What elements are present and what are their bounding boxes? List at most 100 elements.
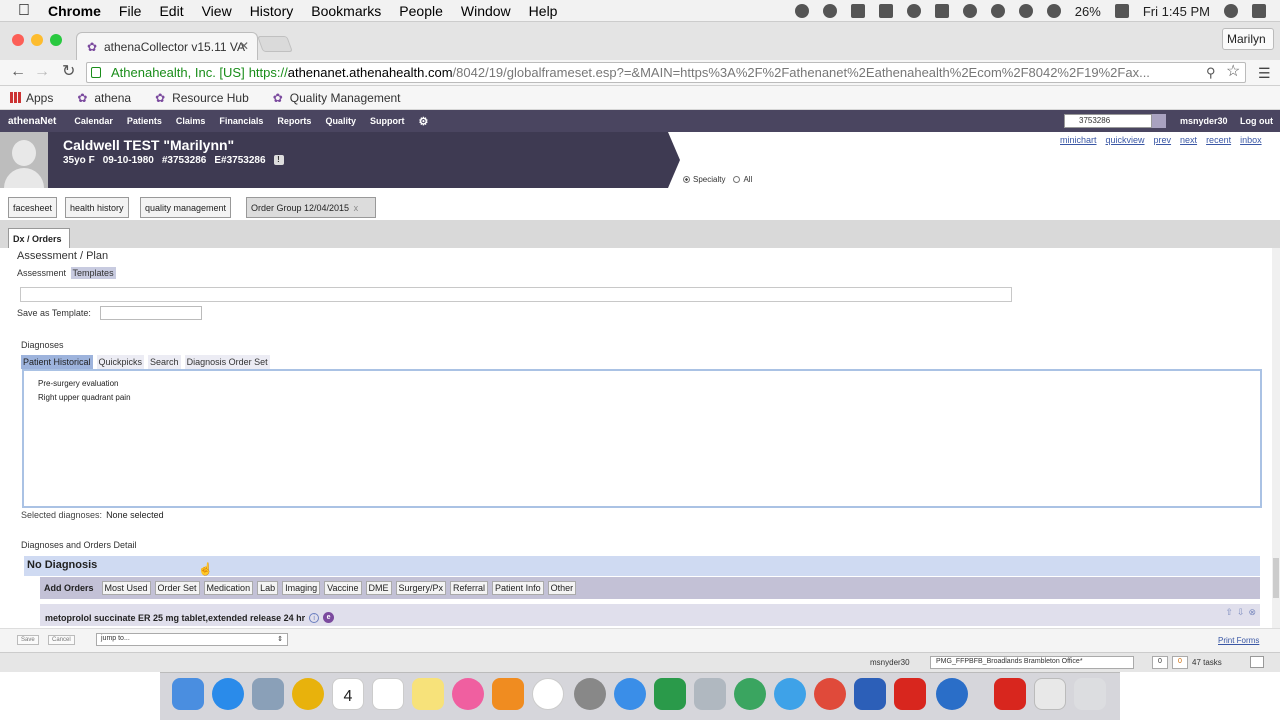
- save-button[interactable]: Save: [17, 635, 39, 645]
- medication-button[interactable]: Medication: [203, 581, 254, 595]
- counter-b[interactable]: 0: [1172, 656, 1188, 669]
- filter-all[interactable]: All: [733, 175, 752, 184]
- acrobat-icon[interactable]: [894, 678, 926, 710]
- link-minichart[interactable]: minichart: [1060, 135, 1097, 145]
- menu-history[interactable]: History: [250, 3, 294, 19]
- pdf-document-icon[interactable]: [994, 678, 1026, 710]
- patient-info-button[interactable]: Patient Info: [492, 581, 544, 595]
- ibooks-icon[interactable]: [492, 678, 524, 710]
- link-recent[interactable]: recent: [1206, 135, 1231, 145]
- bookmark-resource-hub[interactable]: ✿ Resource Hub: [155, 91, 249, 105]
- lab-button[interactable]: Lab: [257, 581, 279, 595]
- diagnosis-item[interactable]: Pre-surgery evaluation: [38, 377, 1260, 391]
- tab-patient-historical[interactable]: Patient Historical: [21, 355, 93, 369]
- profile-button[interactable]: Marilyn: [1222, 28, 1274, 50]
- bookmark-athena[interactable]: ✿ athena: [77, 91, 131, 105]
- tab-dx-orders[interactable]: Dx / Orders: [8, 228, 70, 248]
- link-next[interactable]: next: [1180, 135, 1197, 145]
- patient-alert-icon[interactable]: !: [273, 155, 284, 165]
- time-machine-icon[interactable]: [962, 4, 977, 18]
- bell-icon[interactable]: [906, 4, 921, 18]
- print-forms-link[interactable]: Print Forms: [1218, 636, 1259, 645]
- cancel-button[interactable]: Cancel: [48, 635, 75, 645]
- most-used-button[interactable]: Most Used: [101, 581, 151, 595]
- chrome-icon[interactable]: [814, 678, 846, 710]
- app-store-icon[interactable]: [212, 678, 244, 710]
- nav-support[interactable]: Support: [370, 116, 405, 126]
- diagnosis-item[interactable]: Right upper quadrant pain: [38, 391, 1260, 405]
- window-close-icon[interactable]: [12, 34, 24, 46]
- globe-app-icon[interactable]: [734, 678, 766, 710]
- referral-button[interactable]: Referral: [450, 581, 489, 595]
- tab-diagnosis-order-set[interactable]: Diagnosis Order Set: [184, 355, 270, 369]
- scanner-icon[interactable]: [694, 678, 726, 710]
- menu-window[interactable]: Window: [461, 3, 511, 19]
- calendar-icon[interactable]: 4: [332, 678, 364, 710]
- tab-close-icon[interactable]: ✕: [239, 39, 249, 53]
- tab-templates[interactable]: Templates: [70, 267, 116, 279]
- tab-order-group[interactable]: Order Group 12/04/2015 x: [246, 197, 376, 218]
- bookmark-quality-management[interactable]: ✿ Quality Management: [273, 91, 401, 105]
- new-tab-button[interactable]: [257, 36, 293, 52]
- imaging-button[interactable]: Imaging: [282, 581, 321, 595]
- apple-menu-icon[interactable]: : [18, 2, 34, 19]
- forward-icon[interactable]: →: [34, 64, 50, 80]
- zoom-icon[interactable]: ⚲: [1206, 65, 1220, 81]
- sync-icon[interactable]: [794, 4, 809, 18]
- wifi-icon[interactable]: [1018, 4, 1033, 18]
- info-icon[interactable]: i: [309, 612, 320, 623]
- dme-button[interactable]: DME: [365, 581, 392, 595]
- preview-icon[interactable]: [252, 678, 284, 710]
- menu-bookmarks[interactable]: Bookmarks: [311, 3, 381, 19]
- battery-icon[interactable]: [1114, 4, 1129, 18]
- bookmark-star-icon[interactable]: ☆: [1226, 64, 1240, 80]
- tab-assessment[interactable]: Assessment: [17, 268, 66, 278]
- address-bar[interactable]: Athenahealth, Inc. [US] https:// athenan…: [86, 62, 1246, 83]
- save-as-template-input[interactable]: [100, 306, 202, 320]
- browser-tab-active[interactable]: ✿ athenaCollector v15.11 VA ✕: [76, 32, 258, 60]
- search-button[interactable]: [1152, 114, 1166, 128]
- bluetooth-icon[interactable]: [990, 4, 1005, 18]
- menu-people[interactable]: People: [399, 3, 443, 19]
- reload-icon[interactable]: ↻: [62, 64, 76, 80]
- tasks-count[interactable]: 47 tasks: [1192, 658, 1222, 667]
- link-prev[interactable]: prev: [1154, 135, 1172, 145]
- numbers-icon[interactable]: [654, 678, 686, 710]
- nav-calendar[interactable]: Calendar: [74, 116, 113, 126]
- downloads-stack-icon[interactable]: [1034, 678, 1066, 710]
- nav-claims[interactable]: Claims: [176, 116, 206, 126]
- filter-specialty[interactable]: Specialty: [683, 175, 725, 184]
- tab-health-history[interactable]: health history: [65, 197, 129, 218]
- nav-quality[interactable]: Quality: [325, 116, 356, 126]
- trash-icon[interactable]: [1074, 678, 1106, 710]
- jump-to-select[interactable]: jump to... ⇕: [96, 633, 288, 646]
- other-button[interactable]: Other: [547, 581, 577, 595]
- airplay-icon[interactable]: [934, 4, 949, 18]
- remove-order-icon[interactable]: ⊗: [1248, 607, 1256, 618]
- outlook-icon[interactable]: [292, 678, 324, 710]
- window-minimize-icon[interactable]: [31, 34, 43, 46]
- safari-icon[interactable]: [614, 678, 646, 710]
- tab-search[interactable]: Search: [148, 355, 181, 369]
- notification-center-icon[interactable]: [1252, 4, 1266, 18]
- itunes-icon[interactable]: [452, 678, 484, 710]
- chrome-menu-icon[interactable]: ☰: [1258, 66, 1272, 80]
- tab-facesheet[interactable]: facesheet: [8, 197, 58, 218]
- patient-avatar[interactable]: [0, 132, 48, 188]
- link-inbox[interactable]: inbox: [1240, 135, 1262, 145]
- back-icon[interactable]: ←: [10, 64, 26, 80]
- link-quickview[interactable]: quickview: [1106, 135, 1145, 145]
- nav-username[interactable]: msnyder30: [1180, 116, 1228, 126]
- nav-financials[interactable]: Financials: [219, 116, 263, 126]
- department-select[interactable]: PMG_FFPBFB_Broadlands Brambleton Office*: [930, 656, 1134, 669]
- bookmark-apps[interactable]: Apps: [10, 91, 53, 105]
- erx-icon[interactable]: e: [323, 612, 335, 623]
- window-zoom-icon[interactable]: [50, 34, 62, 46]
- menu-app-chrome[interactable]: Chrome: [48, 3, 101, 19]
- assessment-text-input[interactable]: [20, 287, 1012, 302]
- messages-icon[interactable]: [774, 678, 806, 710]
- patient-name[interactable]: Caldwell TEST "Marilynn": [63, 137, 234, 153]
- menubar-clock[interactable]: Fri 1:45 PM: [1143, 4, 1210, 19]
- menu-file[interactable]: File: [119, 3, 142, 19]
- menu-view[interactable]: View: [202, 3, 232, 19]
